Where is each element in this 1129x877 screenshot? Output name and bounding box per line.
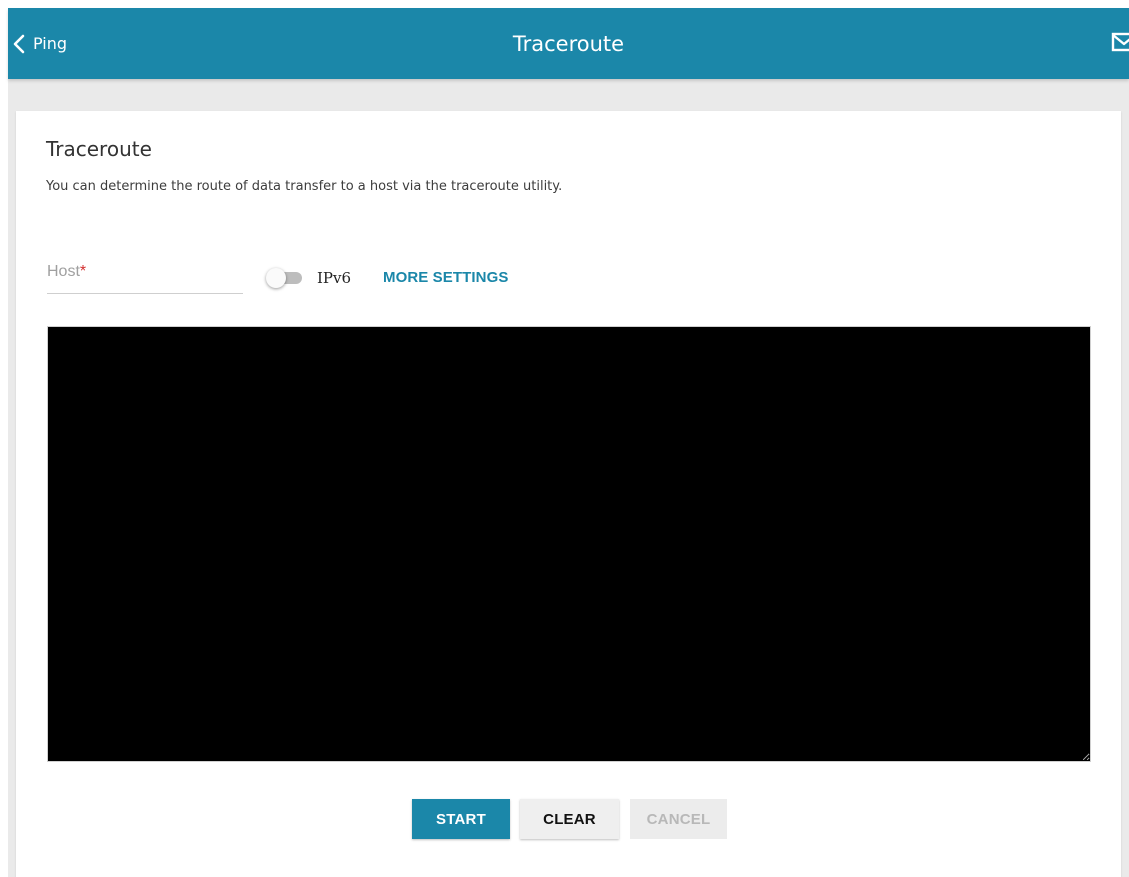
app-frame: Ping Traceroute Traceroute You can deter… xyxy=(8,8,1129,877)
host-input[interactable] xyxy=(47,256,243,290)
traceroute-output[interactable] xyxy=(47,326,1091,762)
cancel-button[interactable]: CANCEL xyxy=(630,799,727,839)
back-label: Ping xyxy=(33,34,68,53)
back-button[interactable]: Ping xyxy=(13,8,67,79)
host-field[interactable]: Host* xyxy=(47,256,243,294)
more-settings-link[interactable]: MORE SETTINGS xyxy=(383,269,508,286)
top-bar: Ping Traceroute xyxy=(8,8,1129,79)
mail-icon[interactable] xyxy=(1111,31,1129,57)
card-title: Traceroute xyxy=(46,137,152,161)
traceroute-card: Traceroute You can determine the route o… xyxy=(16,111,1121,877)
start-button[interactable]: START xyxy=(412,799,510,839)
toggle-knob xyxy=(266,268,286,288)
page-title: Traceroute xyxy=(512,31,625,56)
clear-button[interactable]: CLEAR xyxy=(520,799,619,839)
ipv6-toggle[interactable] xyxy=(260,266,304,290)
chevron-left-icon xyxy=(13,34,25,54)
action-buttons: START CLEAR CANCEL xyxy=(16,799,1121,839)
ipv6-label: IPv6 xyxy=(317,269,352,287)
card-description: You can determine the route of data tran… xyxy=(46,179,563,194)
